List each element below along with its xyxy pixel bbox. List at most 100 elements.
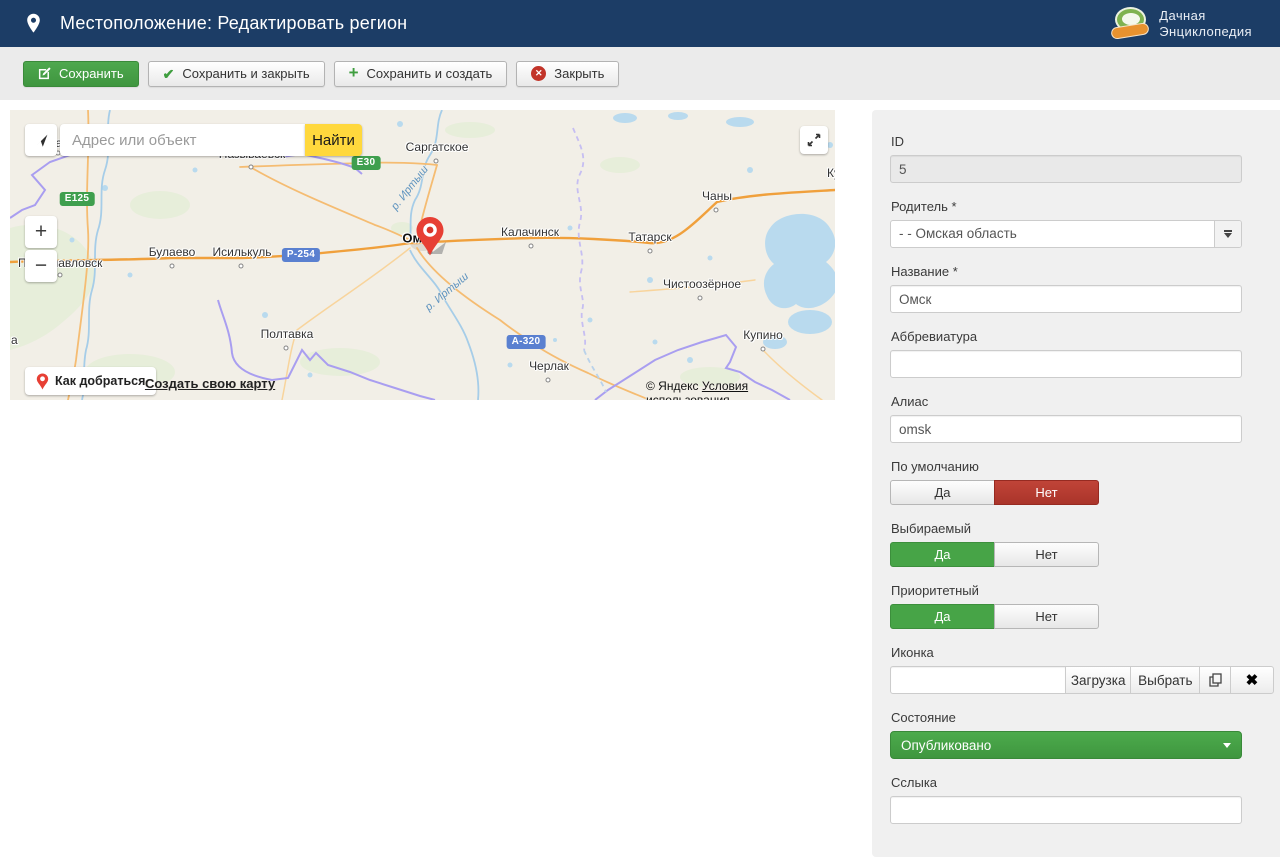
map-city-label: Калачинск xyxy=(501,225,559,239)
selectable-toggle: Да Нет xyxy=(890,542,1099,567)
icon-copy-button[interactable] xyxy=(1199,666,1231,694)
map-city-label: Татарск xyxy=(628,230,672,244)
map-city-label: Булаево xyxy=(148,245,196,259)
field-name: Название * xyxy=(890,264,1274,313)
fullscreen-arrows-icon xyxy=(807,133,821,147)
selectable-yes-button[interactable]: Да xyxy=(890,542,995,567)
save-close-button[interactable]: ✔ Сохранить и закрыть xyxy=(147,60,325,87)
priority-toggle: Да Нет xyxy=(890,604,1099,629)
save-button[interactable]: Сохранить xyxy=(23,60,139,87)
field-parent: Родитель * - - Омская область xyxy=(890,199,1274,248)
icon-input-group: Загрузка Выбрать ✖ xyxy=(890,666,1274,694)
page-title: Местоположение: Редактировать регион xyxy=(60,13,408,33)
chevron-down-icon[interactable] xyxy=(1214,221,1241,247)
road-badge: E125 xyxy=(59,192,95,206)
field-priority: Приоритетный Да Нет xyxy=(890,583,1274,629)
create-own-map-link[interactable]: Создать свою карту xyxy=(145,376,275,391)
field-icon: Иконка Загрузка Выбрать ✖ xyxy=(890,645,1274,694)
copy-icon xyxy=(1208,673,1222,687)
priority-no-button[interactable]: Нет xyxy=(994,604,1099,629)
map-city-dot xyxy=(433,158,439,164)
icon-input[interactable] xyxy=(890,666,1066,694)
fullscreen-button[interactable] xyxy=(800,126,828,154)
map-city-label: Чистоозёрное xyxy=(662,277,742,291)
map-find-button[interactable]: Найти xyxy=(305,124,362,156)
default-label: По умолчанию xyxy=(891,459,979,474)
site-logo-icon xyxy=(1110,6,1151,42)
map-city-dot xyxy=(713,207,719,213)
link-input[interactable] xyxy=(890,796,1242,824)
yandex-map[interactable]: НазываевскСаргатскоеОмскКалачинскТатарск… xyxy=(10,110,835,400)
map-search-input[interactable] xyxy=(60,124,305,156)
map-city-label: Черлак xyxy=(529,359,569,373)
default-no-button[interactable]: Нет xyxy=(994,480,1099,505)
road-badge: А-320 xyxy=(506,335,546,349)
check-icon: ✔ xyxy=(162,65,175,82)
geolocation-button[interactable] xyxy=(25,124,57,156)
icon-clear-button[interactable]: ✖ xyxy=(1229,666,1274,694)
zoom-out-button[interactable]: − xyxy=(25,250,57,282)
zoom-in-button[interactable]: + xyxy=(25,216,57,248)
selectable-label: Выбираемый xyxy=(891,521,971,536)
site-logo-text: Дачная Энциклопедия xyxy=(1159,7,1252,39)
directions-button[interactable]: Как добраться xyxy=(25,367,157,395)
field-alias: Алиас xyxy=(890,394,1274,443)
state-select[interactable]: Опубликовано xyxy=(890,731,1242,759)
default-toggle: Да Нет xyxy=(890,480,1099,505)
parent-select[interactable]: - - Омская область xyxy=(890,220,1242,248)
field-state: Состояние Опубликовано xyxy=(890,710,1274,759)
id-input xyxy=(890,155,1242,183)
state-label: Состояние xyxy=(891,710,956,725)
icon-select-button[interactable]: Выбрать xyxy=(1130,666,1201,694)
save-new-button[interactable]: + Сохранить и создать xyxy=(333,60,508,87)
map-city-label: а xyxy=(11,333,18,347)
parent-select-value: - - Омская область xyxy=(899,226,1017,241)
icon-upload-button[interactable]: Загрузка xyxy=(1065,666,1132,694)
alias-input[interactable] xyxy=(890,415,1242,443)
chevron-down-icon xyxy=(1223,742,1231,748)
close-button[interactable]: ✕ Закрыть xyxy=(516,60,620,87)
toolbar: Сохранить ✔ Сохранить и закрыть + Сохран… xyxy=(0,47,1280,100)
name-label: Название * xyxy=(891,264,958,279)
field-id: ID xyxy=(890,134,1274,183)
map-river-label: р. Иртыш xyxy=(422,270,472,314)
map-city-label: Исилькуль xyxy=(212,245,272,259)
map-city-label: Куйбышев xyxy=(827,166,835,180)
map-city-dot xyxy=(647,248,653,254)
default-yes-button[interactable]: Да xyxy=(890,480,995,505)
road-badge: Р-254 xyxy=(281,248,321,262)
link-label: Сслыка xyxy=(891,775,938,790)
map-city-label: Купино xyxy=(743,328,783,342)
selectable-no-button[interactable]: Нет xyxy=(994,542,1099,567)
map-placemark-omsk[interactable] xyxy=(415,216,451,258)
map-city-dot xyxy=(528,243,534,249)
map-city-dot xyxy=(283,345,289,351)
road-badge: E30 xyxy=(351,156,381,170)
priority-label: Приоритетный xyxy=(891,583,979,598)
name-input[interactable] xyxy=(890,285,1242,313)
alias-label: Алиас xyxy=(891,394,929,409)
app-header: Местоположение: Редактировать регион Дач… xyxy=(0,0,1280,47)
id-label: ID xyxy=(891,134,904,149)
abbreviation-input[interactable] xyxy=(890,350,1242,378)
red-pin-icon xyxy=(36,373,49,390)
map-city-dot xyxy=(697,295,703,301)
map-city-dot xyxy=(545,377,551,383)
parent-label: Родитель * xyxy=(891,199,957,214)
edit-form-panel: ID Родитель * - - Омская область Названи… xyxy=(872,110,1280,857)
save-edit-icon xyxy=(38,67,51,80)
map-city-dot xyxy=(760,346,766,352)
state-select-value: Опубликовано xyxy=(901,737,992,753)
field-default: По умолчанию Да Нет xyxy=(890,459,1274,505)
clear-x-icon: ✖ xyxy=(1245,672,1259,689)
priority-yes-button[interactable]: Да xyxy=(890,604,995,629)
map-city-dot xyxy=(238,263,244,269)
abbreviation-label: Аббревиатура xyxy=(891,329,978,344)
geolocation-arrow-icon xyxy=(34,133,49,148)
site-logo: Дачная Энциклопедия xyxy=(1110,6,1252,42)
field-abbreviation: Аббревиатура xyxy=(890,329,1274,378)
map-city-dot xyxy=(169,263,175,269)
plus-icon: + xyxy=(348,63,359,82)
map-city-label: Полтавка xyxy=(260,327,314,341)
map-city-label: Саргатское xyxy=(405,140,469,154)
